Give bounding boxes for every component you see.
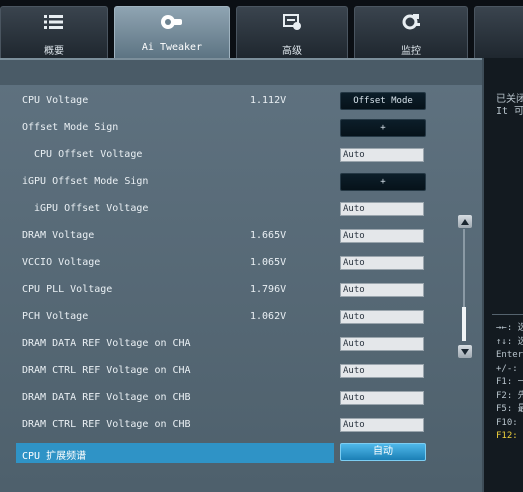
setting-row-cpu-pll-voltage[interactable]: CPU PLL Voltage 1.796V Auto (0, 279, 440, 303)
pch-voltage-input[interactable]: Auto (340, 310, 424, 324)
help-divider (492, 314, 523, 315)
setting-label: iGPU Offset Mode Sign (22, 176, 149, 187)
tab-overview[interactable]: 概要 (0, 6, 108, 58)
cpu-spread-spectrum-button[interactable]: 自动 (340, 443, 426, 461)
setting-label: iGPU Offset Voltage (34, 203, 149, 214)
tab-advanced[interactable]: 高级 (236, 6, 348, 58)
triangle-up-icon (461, 218, 469, 225)
dram-voltage-input[interactable]: Auto (340, 229, 424, 243)
offset-mode-sign-button[interactable]: + (340, 119, 426, 137)
cpu-offset-voltage-input[interactable]: Auto (340, 148, 424, 162)
tab-bar: 概要 Ai Tweaker 高级 监控 (0, 0, 523, 58)
help-description-line: 已关闭 (496, 94, 523, 105)
help-description: 已关闭 It 可 (496, 94, 523, 118)
setting-label: PCH Voltage (22, 311, 89, 322)
cpu-spread-spectrum-control: 自动 (0, 441, 440, 465)
panel-header-strip (0, 60, 482, 85)
setting-label: CPU PLL Voltage (22, 284, 113, 295)
setting-label: VCCIO Voltage (22, 257, 101, 268)
monitor-icon (355, 13, 467, 31)
scroll-up-button[interactable] (458, 215, 472, 228)
scroll-down-button[interactable] (458, 345, 472, 358)
setting-row-pch-voltage[interactable]: PCH Voltage 1.062V Auto (0, 306, 440, 330)
cpu-pll-voltage-input[interactable]: Auto (340, 283, 424, 297)
setting-row-dram-ctrl-ref-cha[interactable]: DRAM CTRL REF Voltage on CHA Auto (0, 360, 440, 384)
key-legend-item: F1: 一 (496, 377, 523, 387)
tab-ai-tweaker[interactable]: Ai Tweaker (114, 6, 230, 58)
setting-current-value: 1.665V (250, 230, 287, 241)
tab-next[interactable] (474, 6, 523, 58)
setting-row-cpu-offset-voltage[interactable]: CPU Offset Voltage Auto (0, 144, 440, 168)
dram-data-ref-cha-input[interactable]: Auto (340, 337, 424, 351)
tab-advanced-label: 高级 (282, 46, 302, 57)
setting-label: DRAM CTRL REF Voltage on CHB (22, 419, 191, 430)
vccio-voltage-input[interactable]: Auto (340, 256, 424, 270)
setting-label: DRAM CTRL REF Voltage on CHA (22, 365, 191, 376)
tab-overview-label: 概要 (44, 46, 64, 57)
setting-row-cpu-voltage[interactable]: CPU Voltage 1.112V Offset Mode (0, 90, 440, 114)
setting-label: DRAM DATA REF Voltage on CHB (22, 392, 191, 403)
dram-ctrl-ref-chb-input[interactable]: Auto (340, 418, 424, 432)
setting-label: CPU Voltage (22, 95, 89, 106)
setting-current-value: 1.112V (250, 95, 287, 106)
setting-row-offset-mode-sign[interactable]: Offset Mode Sign + (0, 117, 440, 141)
setting-row-dram-data-ref-cha[interactable]: DRAM DATA REF Voltage on CHA Auto (0, 333, 440, 357)
key-legend-item: F5: 最 (496, 404, 523, 414)
cpu-voltage-mode-button[interactable]: Offset Mode (340, 92, 426, 110)
igpu-offset-voltage-input[interactable]: Auto (340, 202, 424, 216)
scroll-thumb[interactable] (462, 307, 466, 341)
settings-panel: CPU Voltage 1.112V Offset Mode Offset Mo… (0, 58, 482, 492)
setting-row-dram-voltage[interactable]: DRAM Voltage 1.665V Auto (0, 225, 440, 249)
setting-row-igpu-offset-voltage[interactable]: iGPU Offset Voltage Auto (0, 198, 440, 222)
tab-monitor-label: 监控 (401, 46, 421, 57)
dram-ctrl-ref-cha-input[interactable]: Auto (340, 364, 424, 378)
setting-row-vccio-voltage[interactable]: VCCIO Voltage 1.065V Auto (0, 252, 440, 276)
dram-data-ref-chb-input[interactable]: Auto (340, 391, 424, 405)
setting-label: Offset Mode Sign (22, 122, 119, 133)
key-legend-item: ↑↓: 选 (496, 336, 523, 347)
key-legend: →←: 选 ↑↓: 选 Enter +/-: F1: 一 F2: 先 F5: 最… (496, 322, 523, 444)
help-panel: 已关闭 It 可 →←: 选 ↑↓: 选 Enter +/-: F1: 一 F2… (482, 58, 523, 492)
setting-row-igpu-offset-mode-sign[interactable]: iGPU Offset Mode Sign + (0, 171, 440, 195)
triangle-down-icon (461, 348, 469, 355)
help-description-line: It 可 (496, 106, 523, 117)
igpu-offset-mode-sign-button[interactable]: + (340, 173, 426, 191)
key-legend-item: →←: 选 (496, 323, 523, 333)
key-legend-item: F10: (496, 417, 518, 428)
setting-label: DRAM DATA REF Voltage on CHA (22, 338, 191, 349)
advanced-icon (237, 13, 347, 31)
tab-monitor[interactable]: 监控 (354, 6, 468, 58)
key-legend-item: +/-: (496, 363, 518, 374)
setting-label: CPU Offset Voltage (34, 149, 143, 160)
scrollbar[interactable] (458, 215, 472, 358)
key-legend-item: F12: (496, 431, 518, 441)
key-legend-item: Enter (496, 350, 523, 360)
ai-tweaker-icon (115, 13, 229, 31)
setting-current-value: 1.796V (250, 284, 287, 295)
setting-current-value: 1.065V (250, 257, 287, 268)
setting-label: DRAM Voltage (22, 230, 95, 241)
list-icon (1, 13, 107, 31)
setting-row-dram-data-ref-chb[interactable]: DRAM DATA REF Voltage on CHB Auto (0, 387, 440, 411)
setting-current-value: 1.062V (250, 311, 287, 322)
setting-row-dram-ctrl-ref-chb[interactable]: DRAM CTRL REF Voltage on CHB Auto (0, 414, 440, 438)
key-legend-item: F2: 先 (496, 390, 523, 401)
tab-ai-tweaker-label: Ai Tweaker (141, 42, 203, 53)
